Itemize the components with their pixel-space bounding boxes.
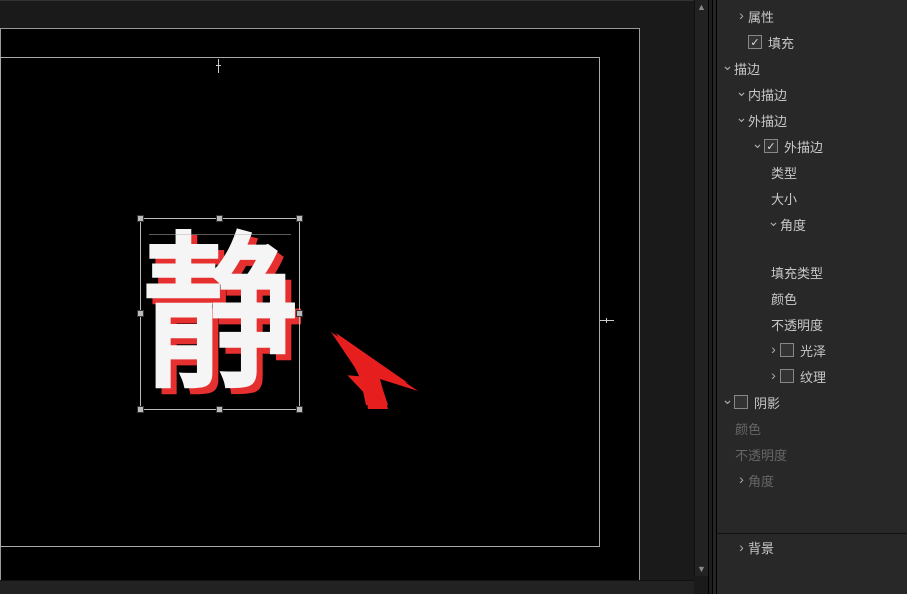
opacity-label: 不透明度	[771, 315, 823, 334]
gloss-label: 光泽	[800, 341, 826, 360]
chevron-right-icon[interactable]	[735, 539, 748, 555]
stroke-angle-label: 角度	[780, 215, 806, 234]
resize-handle-tl[interactable]	[137, 215, 144, 222]
outer-stroke-row[interactable]: 外描边	[717, 107, 907, 133]
stroke-angle-row[interactable]: 角度	[717, 211, 907, 237]
texture-checkbox[interactable]	[780, 369, 794, 383]
resize-handle-bm[interactable]	[216, 406, 223, 413]
selected-text-object[interactable]: 静 静	[141, 219, 299, 409]
stroke-label: 描边	[734, 59, 760, 78]
ruler-mark-top	[218, 59, 219, 73]
background-row[interactable]: 背景	[717, 533, 907, 559]
fill-type-label: 填充类型	[771, 263, 823, 282]
stroke-row[interactable]: 描边	[717, 55, 907, 81]
shadow-angle-label: 角度	[748, 471, 774, 490]
fill-row[interactable]: 填充	[717, 29, 907, 55]
background-label: 背景	[748, 538, 774, 557]
fill-type-row[interactable]: 填充类型	[717, 259, 907, 285]
texture-label: 纹理	[800, 367, 826, 386]
shadow-angle-row[interactable]: 角度	[717, 467, 907, 493]
properties-panel: 属性 填充 描边 内描边 外描边 外描边 类型 大小 角度 填充类型 颜色 不	[717, 0, 907, 594]
chevron-right-icon[interactable]	[735, 7, 748, 23]
outer-stroke-checkbox[interactable]	[764, 139, 778, 153]
fill-label: 填充	[768, 33, 794, 52]
inner-stroke-label: 内描边	[748, 85, 787, 104]
fill-checkbox[interactable]	[748, 35, 762, 49]
shadow-label: 阴影	[754, 393, 780, 412]
shadow-color-row: 颜色	[717, 415, 907, 441]
horizontal-scrollbar[interactable]	[0, 580, 694, 594]
canvas-viewport[interactable]: 静 静	[0, 0, 708, 1]
shadow-opacity-label: 不透明度	[735, 445, 787, 464]
chevron-down-icon[interactable]	[735, 85, 748, 102]
gloss-checkbox[interactable]	[780, 343, 794, 357]
chevron-down-icon[interactable]	[751, 137, 764, 154]
outer-stroke-label: 外描边	[748, 111, 787, 130]
resize-handle-ml[interactable]	[137, 310, 144, 317]
opacity-row[interactable]: 不透明度	[717, 311, 907, 337]
resize-handle-tm[interactable]	[216, 215, 223, 222]
properties-label: 属性	[748, 7, 774, 26]
annotation-arrow-icon	[328, 329, 428, 409]
chevron-right-icon[interactable]	[767, 367, 780, 383]
inner-stroke-row[interactable]: 内描边	[717, 81, 907, 107]
chevron-right-icon[interactable]	[767, 341, 780, 357]
color-label: 颜色	[771, 289, 797, 308]
shadow-row[interactable]: 阴影	[717, 389, 907, 415]
stroke-size-label: 大小	[771, 189, 797, 208]
chevron-right-icon[interactable]	[735, 471, 748, 487]
properties-header[interactable]: 属性	[717, 3, 907, 29]
resize-handle-mr[interactable]	[296, 310, 303, 317]
baseline-guide	[149, 234, 291, 235]
scroll-up-button[interactable]: ▲	[695, 0, 708, 14]
shadow-color-label: 颜色	[735, 419, 761, 438]
selection-bounds	[140, 218, 300, 410]
shadow-checkbox[interactable]	[734, 395, 748, 409]
shadow-opacity-row: 不透明度	[717, 441, 907, 467]
chevron-down-icon[interactable]	[735, 111, 748, 128]
texture-row[interactable]: 纹理	[717, 363, 907, 389]
ruler-mark-right	[600, 320, 614, 321]
resize-handle-tr[interactable]	[296, 215, 303, 222]
outer-stroke-enable-label: 外描边	[784, 137, 823, 156]
vertical-scrollbar[interactable]: ▲ ▼	[694, 0, 708, 576]
chevron-down-icon[interactable]	[721, 393, 734, 410]
stroke-type-label: 类型	[771, 163, 797, 182]
chevron-down-icon[interactable]	[767, 215, 780, 232]
resize-handle-br[interactable]	[296, 406, 303, 413]
chevron-down-icon[interactable]	[721, 59, 734, 76]
resize-handle-bl[interactable]	[137, 406, 144, 413]
scroll-down-button[interactable]: ▼	[695, 562, 708, 576]
stroke-type-row[interactable]: 类型	[717, 159, 907, 185]
stroke-size-row[interactable]: 大小	[717, 185, 907, 211]
outer-stroke-enable-row[interactable]: 外描边	[717, 133, 907, 159]
gloss-row[interactable]: 光泽	[717, 337, 907, 363]
color-row[interactable]: 颜色	[717, 285, 907, 311]
